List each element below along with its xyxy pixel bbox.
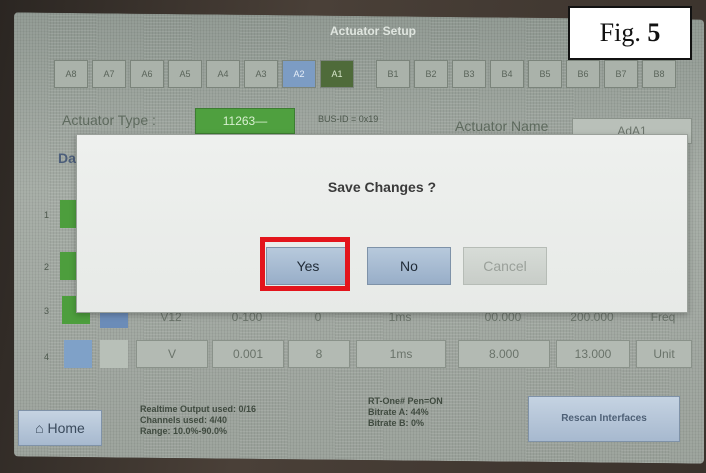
slot-b1[interactable]: B1 (376, 60, 410, 88)
status-block: Realtime Output used: 0/16 Channels used… (140, 404, 256, 437)
home-icon: ⌂ (35, 420, 48, 436)
data-tab-label: Da (58, 150, 76, 166)
row-number-4: 4 (44, 352, 50, 362)
photo-background: Actuator Setup A8 A7 A6 A5 A4 A3 A2 A1 B1 B2 B3 B4 B… (0, 0, 706, 473)
figure-number: 5 (647, 18, 661, 47)
row-4-extra[interactable]: Unit (636, 340, 692, 368)
yes-highlight-box (260, 237, 350, 291)
slot-a3[interactable]: A3 (244, 60, 278, 88)
slot-a8[interactable]: A8 (54, 60, 88, 88)
slot-b5[interactable]: B5 (528, 60, 562, 88)
figure-prefix: Fig. (599, 18, 641, 47)
status-line-2: Channels used: 4/40 (140, 415, 228, 425)
actuator-type-label: Actuator Type : (62, 112, 156, 128)
rt-line-3: Bitrate B: 0% (368, 418, 425, 428)
window-title: Actuator Setup (330, 24, 417, 38)
slot-b7[interactable]: B7 (604, 60, 638, 88)
bus-id-text: BUS-ID = 0x19 (318, 114, 379, 124)
status-line-1: Realtime Output used: 0/16 (140, 404, 257, 414)
slot-b3[interactable]: B3 (452, 60, 486, 88)
slot-b4[interactable]: B4 (490, 60, 524, 88)
bitrate-block: RT-One# Pen=ON Bitrate A: 44% Bitrate B:… (368, 396, 443, 429)
row-number-3: 3 (44, 306, 50, 316)
status-line-3: Range: 10.0%-90.0% (140, 426, 228, 436)
slot-a4[interactable]: A4 (206, 60, 240, 88)
actuator-name-label: Actuator Name (455, 118, 549, 134)
row-4-bits[interactable]: 8 (288, 340, 350, 368)
slot-b2[interactable]: B2 (414, 60, 448, 88)
slot-a5[interactable]: A5 (168, 60, 202, 88)
save-changes-dialog: Save Changes ? Yes No Cancel (76, 134, 688, 313)
home-label: Home (47, 420, 85, 436)
actuator-type-field[interactable]: 11263— (195, 108, 295, 134)
row-4-interval[interactable]: 1ms (356, 340, 446, 368)
row-4-select[interactable] (100, 340, 128, 368)
no-button[interactable]: No (367, 247, 451, 285)
row-4-min[interactable]: 8.000 (458, 340, 550, 368)
row-4-unit[interactable]: V (136, 340, 208, 368)
cancel-button[interactable]: Cancel (463, 247, 547, 285)
slot-b6[interactable]: B6 (566, 60, 600, 88)
slot-a1[interactable]: A1 (320, 60, 354, 88)
rt-line-2: Bitrate A: 44% (368, 407, 429, 417)
row-4-resolution[interactable]: 0.001 (212, 340, 284, 368)
row-4-max[interactable]: 13.000 (556, 340, 630, 368)
slot-b8[interactable]: B8 (642, 60, 676, 88)
dialog-title: Save Changes ? (327, 179, 437, 195)
figure-label: Fig. 5 (568, 6, 692, 60)
slot-a7[interactable]: A7 (92, 60, 126, 88)
rescan-interfaces-button[interactable]: Rescan Interfaces (528, 396, 680, 442)
row-4-toggle[interactable] (64, 340, 92, 368)
home-button[interactable]: ⌂ Home (18, 410, 102, 446)
rt-line-1: RT-One# Pen=ON (368, 396, 443, 406)
slot-a6[interactable]: A6 (130, 60, 164, 88)
row-number-1: 1 (44, 210, 50, 220)
row-number-2: 2 (44, 262, 50, 272)
slot-a2[interactable]: A2 (282, 60, 316, 88)
